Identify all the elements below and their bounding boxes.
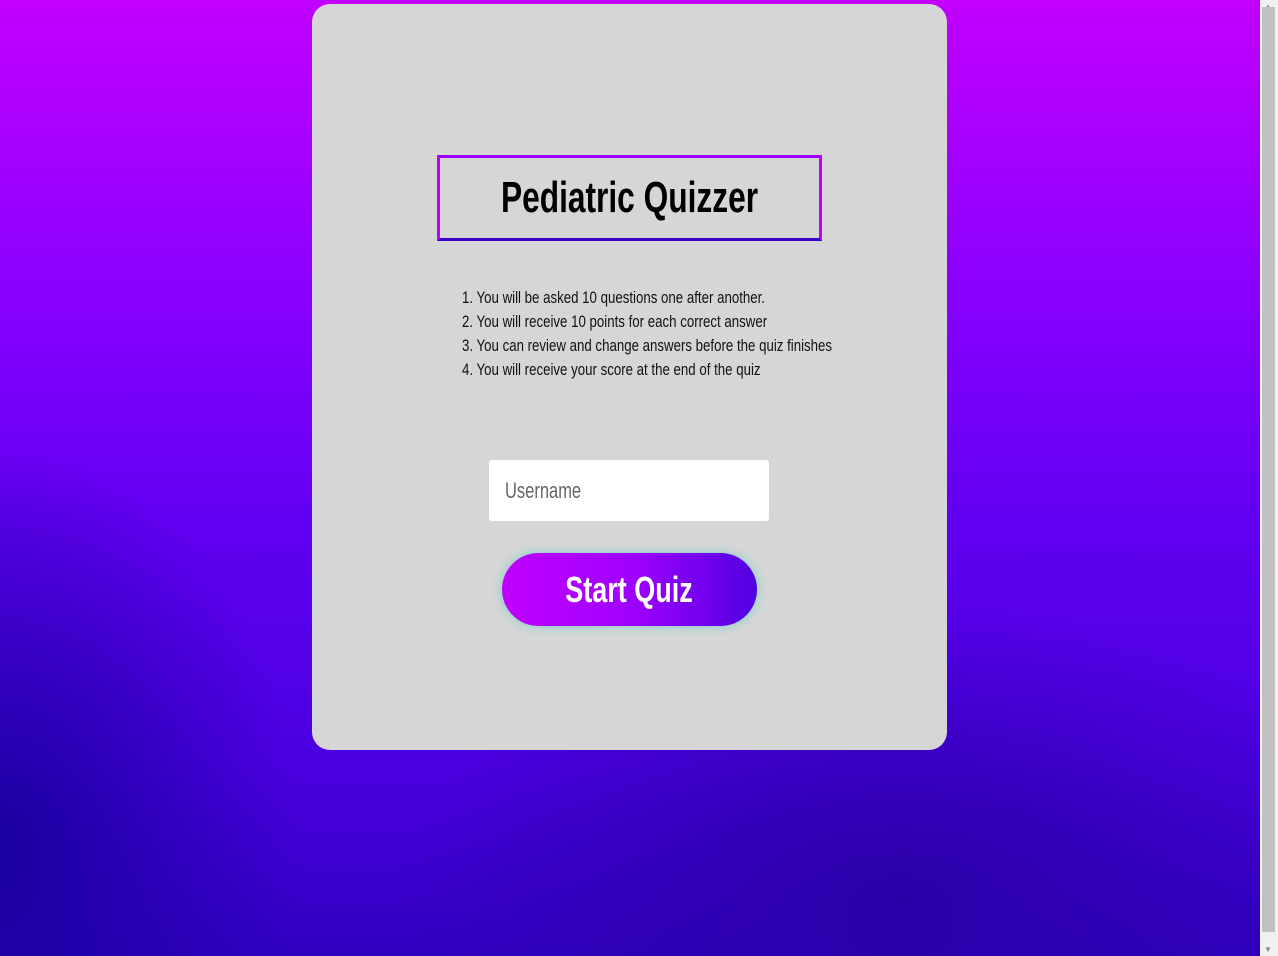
rules-list: 1. You will be asked 10 questions one af… <box>462 286 936 382</box>
scrollbar[interactable]: ▲ ▼ <box>1260 0 1278 956</box>
username-placeholder: Username <box>505 478 582 503</box>
rule-item: 4. You will receive your score at the en… <box>462 360 761 379</box>
scroll-down-icon[interactable]: ▼ <box>1264 945 1272 954</box>
start-quiz-button[interactable]: Start Quiz <box>502 553 757 626</box>
username-input[interactable]: Username <box>489 460 769 521</box>
quiz-start-card: Pediatric Quizzer 1. You will be asked 1… <box>312 4 947 750</box>
page-background: Pediatric Quizzer 1. You will be asked 1… <box>0 0 1260 956</box>
rule-item: 2. You will receive 10 points for each c… <box>462 312 768 331</box>
rule-item: 3. You can review and change answers bef… <box>462 336 833 355</box>
rule-item: 1. You will be asked 10 questions one af… <box>462 288 765 307</box>
title-box: Pediatric Quizzer <box>437 155 822 241</box>
page-title: Pediatric Quizzer <box>500 173 759 222</box>
start-quiz-label: Start Quiz <box>565 568 694 610</box>
scrollbar-thumb[interactable] <box>1262 7 1275 932</box>
